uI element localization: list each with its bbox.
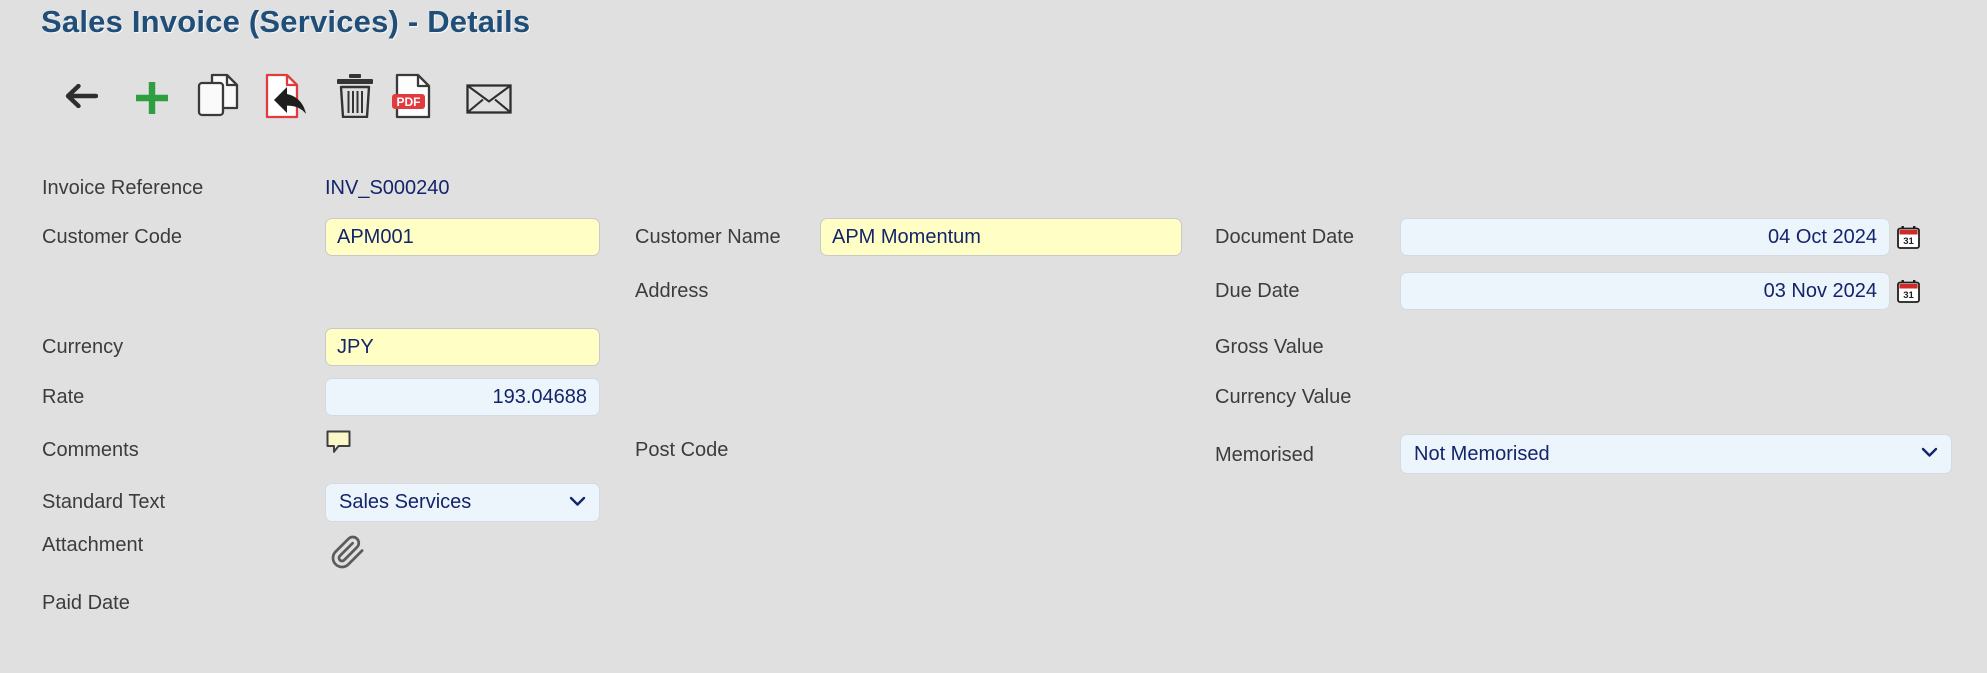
standard-text-selected-value: Sales Services — [339, 491, 471, 514]
chevron-down-icon — [569, 494, 586, 512]
paperclip-icon — [330, 564, 366, 579]
calendar-icon: 31 — [1897, 291, 1920, 306]
memorised-selected-value: Not Memorised — [1414, 443, 1550, 466]
standard-text-select[interactable]: Sales Services — [325, 483, 600, 522]
pdf-icon: PDF — [391, 107, 433, 122]
comments-button[interactable] — [326, 430, 351, 454]
chevron-down-icon — [1921, 445, 1938, 463]
customer-code-label: Customer Code — [42, 218, 182, 256]
comment-bubble-icon — [326, 442, 351, 457]
address-label: Address — [635, 272, 708, 310]
memorised-select[interactable]: Not Memorised — [1400, 434, 1952, 474]
add-button[interactable] — [134, 80, 170, 116]
envelope-icon — [466, 102, 512, 117]
customer-name-label: Customer Name — [635, 218, 781, 256]
due-date-label: Due Date — [1215, 272, 1300, 310]
gross-value-label: Gross Value — [1215, 328, 1324, 366]
add-plus-icon — [134, 104, 170, 119]
copy-documents-icon — [197, 105, 239, 120]
currency-value-label: Currency Value — [1215, 378, 1351, 416]
paid-date-label: Paid Date — [42, 584, 130, 622]
document-date-input[interactable] — [1400, 218, 1890, 256]
currency-label: Currency — [42, 328, 123, 366]
calendar-icon: 31 — [1897, 237, 1920, 252]
trash-icon — [336, 106, 374, 121]
delete-button[interactable] — [336, 74, 374, 118]
page-title: Sales Invoice (Services) - Details — [41, 4, 530, 40]
attachment-button[interactable] — [330, 528, 366, 576]
document-date-label: Document Date — [1215, 218, 1354, 256]
rate-label: Rate — [42, 378, 84, 416]
standard-text-label: Standard Text — [42, 483, 165, 521]
memorised-label: Memorised — [1215, 435, 1314, 475]
document-date-picker-button[interactable]: 31 — [1897, 226, 1920, 249]
svg-text:PDF: PDF — [397, 95, 421, 109]
currency-input[interactable] — [325, 328, 600, 366]
svg-text:31: 31 — [1903, 290, 1914, 301]
credit-return-document-icon — [263, 107, 311, 122]
due-date-input[interactable] — [1400, 272, 1890, 310]
invoice-reference-label: Invoice Reference — [42, 169, 203, 207]
credit-return-button[interactable] — [263, 73, 311, 119]
email-button[interactable] — [466, 84, 512, 114]
back-button[interactable] — [64, 84, 98, 108]
post-code-label: Post Code — [635, 431, 728, 469]
export-pdf-button[interactable]: PDF — [391, 73, 433, 119]
customer-name-input[interactable] — [820, 218, 1182, 256]
back-arrow-icon — [64, 96, 98, 111]
copy-button[interactable] — [197, 73, 239, 117]
comments-label: Comments — [42, 431, 139, 469]
attachment-label: Attachment — [42, 526, 143, 564]
svg-text:31: 31 — [1903, 236, 1914, 247]
invoice-reference-value: INV_S000240 — [325, 169, 450, 207]
due-date-picker-button[interactable]: 31 — [1897, 280, 1920, 303]
rate-input[interactable] — [325, 378, 600, 416]
customer-code-input[interactable] — [325, 218, 600, 256]
